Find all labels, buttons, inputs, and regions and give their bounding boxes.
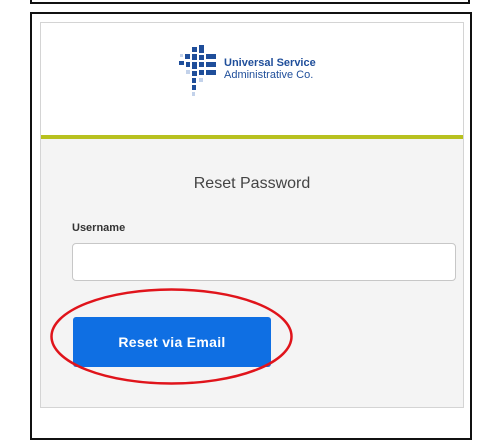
- username-label: Username: [72, 222, 126, 234]
- header-accent-divider: [41, 135, 463, 139]
- usac-logo: Universal Service Administrative Co.: [178, 45, 328, 99]
- logo-line-2: Administrative Co.: [224, 69, 314, 81]
- usac-logo-text: Universal Service Administrative Co.: [224, 57, 316, 81]
- page-title: Reset Password: [193, 175, 311, 192]
- usac-logo-icon: [179, 45, 216, 96]
- reset-via-email-button[interactable]: Reset via Email: [73, 317, 271, 367]
- screenshot-frame: Universal Service Administrative Co. Res…: [30, 12, 472, 440]
- username-input[interactable]: [72, 243, 456, 281]
- card-header: Universal Service Administrative Co.: [41, 23, 463, 135]
- reset-password-card: Universal Service Administrative Co. Res…: [40, 22, 464, 408]
- logo-line-1: Universal Service: [224, 57, 316, 69]
- previous-frame-edge: [30, 0, 470, 4]
